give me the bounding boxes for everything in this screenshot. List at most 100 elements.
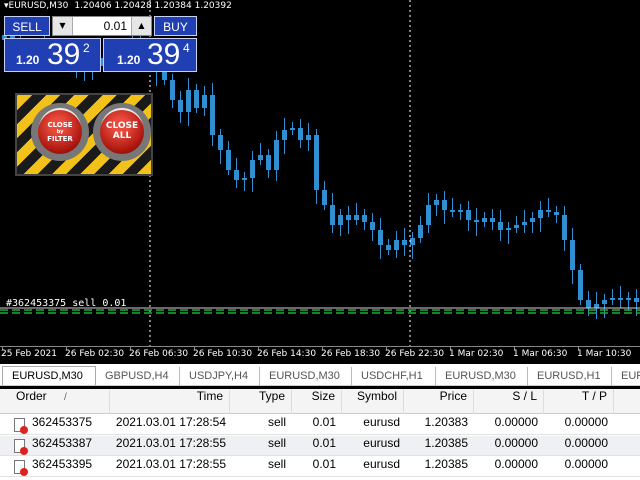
candle-body: [498, 222, 503, 230]
table-header: Order / Time Type Size Symbol Price S / …: [0, 389, 640, 414]
buy-price-pips: 39: [147, 38, 181, 71]
time-label: 26 Feb 22:30: [385, 349, 445, 359]
close-filter-line1: CLOSE: [47, 121, 73, 129]
time-label: 26 Feb 18:30: [321, 349, 381, 359]
candle-body: [330, 205, 335, 225]
tab-4[interactable]: USDCHF,H1: [352, 367, 436, 386]
candle-body: [362, 215, 367, 222]
tab-5[interactable]: EURUSD,M30: [436, 367, 528, 386]
candle-body: [538, 210, 543, 218]
decrease-lot-icon[interactable]: ▼: [53, 17, 73, 35]
tab-3[interactable]: EURUSD,M30: [260, 367, 352, 386]
cell-size: 0.01: [312, 436, 336, 450]
time-label: 25 Feb 2021: [1, 349, 58, 359]
candle-body: [314, 135, 319, 190]
candle-body: [274, 140, 279, 170]
candle-body: [282, 130, 287, 140]
col-symbol[interactable]: Symbol: [342, 389, 404, 414]
candle-body: [610, 298, 615, 300]
candle-body: [218, 135, 223, 150]
col-sl[interactable]: S / L: [474, 389, 544, 414]
buy-price-button[interactable]: 1.20 39 4: [103, 38, 197, 72]
close-all-button[interactable]: CLOSE ALL: [93, 103, 151, 161]
candle-body: [554, 212, 559, 215]
cell-order: 362453387: [32, 436, 93, 450]
order-line-label[interactable]: #362453375 sell 0.01: [6, 298, 126, 309]
candle-body: [322, 190, 327, 205]
table-row[interactable]: 362453387 2021.03.01 17:28:55 sell 0.01 euru…: [0, 436, 640, 456]
time-label: 1 Mar 10:30: [577, 349, 632, 359]
col-price[interactable]: Price: [404, 389, 474, 414]
candle-body: [226, 150, 231, 170]
cell-type: sell: [267, 436, 286, 450]
cell-symbol: eurusd: [363, 415, 400, 429]
close-by-filter-button[interactable]: CLOSE by FILTER: [31, 103, 89, 161]
buy-price-fraction: 4: [183, 41, 190, 55]
close-filter-line3: FILTER: [47, 135, 73, 143]
sell-price-prefix: 1.20: [16, 53, 40, 67]
candle-body: [234, 170, 239, 180]
close-by-filter-face: CLOSE by FILTER: [38, 110, 82, 154]
lot-size-stepper: ▼ ▲: [52, 16, 152, 36]
candle-body: [394, 240, 399, 250]
cell-tp: 0.00000: [564, 436, 608, 450]
col-type[interactable]: Type: [230, 389, 292, 414]
candle-body: [626, 298, 631, 300]
orders-table: Order / Time Type Size Symbol Price S / …: [0, 389, 640, 480]
cell-type: sell: [267, 457, 286, 471]
candle-body: [634, 298, 639, 302]
lot-size-input[interactable]: [74, 17, 130, 35]
cell-tp: 0.00000: [564, 457, 608, 471]
candle-body: [570, 240, 575, 270]
table-row[interactable]: 362453375 2021.03.01 17:28:54 sell 0.01 euru…: [0, 415, 640, 435]
cell-sl: 0.00000: [494, 457, 538, 471]
candle-body: [378, 230, 383, 245]
col-time[interactable]: Time: [110, 389, 230, 414]
time-label: 26 Feb 10:30: [193, 349, 253, 359]
candle-body: [506, 228, 511, 230]
chart-ohlc-values: 1.20406 1.20428 1.20384 1.20392: [74, 1, 232, 11]
candle-body: [586, 300, 591, 308]
table-row[interactable]: 362453395 2021.03.01 17:28:55 sell 0.01 euru…: [0, 457, 640, 477]
one-click-trading-panel: SELL ▼ ▲ BUY 1.20 39 2 1.20 39 4: [4, 14, 197, 72]
cell-price: 1.20385: [424, 436, 468, 450]
sell-price-button[interactable]: 1.20 39 2: [4, 38, 101, 72]
candle-body: [562, 215, 567, 240]
tab-6[interactable]: EURUSD,H1: [528, 367, 612, 386]
sell-button[interactable]: SELL: [4, 16, 50, 36]
tab-7[interactable]: EUR: [612, 367, 640, 386]
cell-sl: 0.00000: [494, 436, 538, 450]
candle-body: [522, 222, 527, 225]
increase-lot-icon[interactable]: ▲: [131, 17, 151, 35]
candle-body: [186, 90, 191, 112]
candle-body: [530, 218, 535, 222]
dropdown-arrow-icon[interactable]: ▾: [4, 1, 9, 11]
terminal-window: ▾EURUSD,M30 1.20406 1.20428 1.20384 1.203…: [0, 0, 640, 480]
candle-body: [490, 218, 495, 222]
chart-symbol-period: EURUSD,M30: [8, 1, 69, 11]
cell-size: 0.01: [312, 457, 336, 471]
candle-body: [442, 200, 447, 210]
candle-body: [426, 205, 431, 225]
order-sell-icon: [14, 418, 28, 434]
cell-tp: 0.00000: [564, 415, 608, 429]
chart-tabs: EURUSD,M30 GBPUSD,H4 USDJPY,H4 EURUSD,M30 US…: [0, 364, 640, 386]
close-orders-panel: CLOSE by FILTER CLOSE ALL: [15, 93, 153, 176]
col-size[interactable]: Size: [292, 389, 342, 414]
buy-button[interactable]: BUY: [154, 16, 197, 36]
tab-1[interactable]: GBPUSD,H4: [96, 367, 180, 386]
candle-body: [202, 95, 207, 108]
close-all-line2: ALL: [112, 131, 132, 141]
candle-body: [514, 225, 519, 228]
tab-0[interactable]: EURUSD,M30: [2, 366, 96, 385]
tab-2[interactable]: USDJPY,H4: [180, 367, 260, 386]
price-chart[interactable]: ▾EURUSD,M30 1.20406 1.20428 1.20384 1.203…: [0, 0, 640, 346]
cell-order: 362453395: [32, 457, 93, 471]
candle-body: [258, 155, 263, 160]
time-label: 1 Mar 02:30: [449, 349, 504, 359]
col-tp[interactable]: T / P: [544, 389, 614, 414]
candle-body: [474, 220, 479, 222]
candle-body: [306, 135, 311, 140]
col-order[interactable]: Order /: [10, 389, 110, 414]
close-all-line1: CLOSE: [105, 121, 139, 131]
